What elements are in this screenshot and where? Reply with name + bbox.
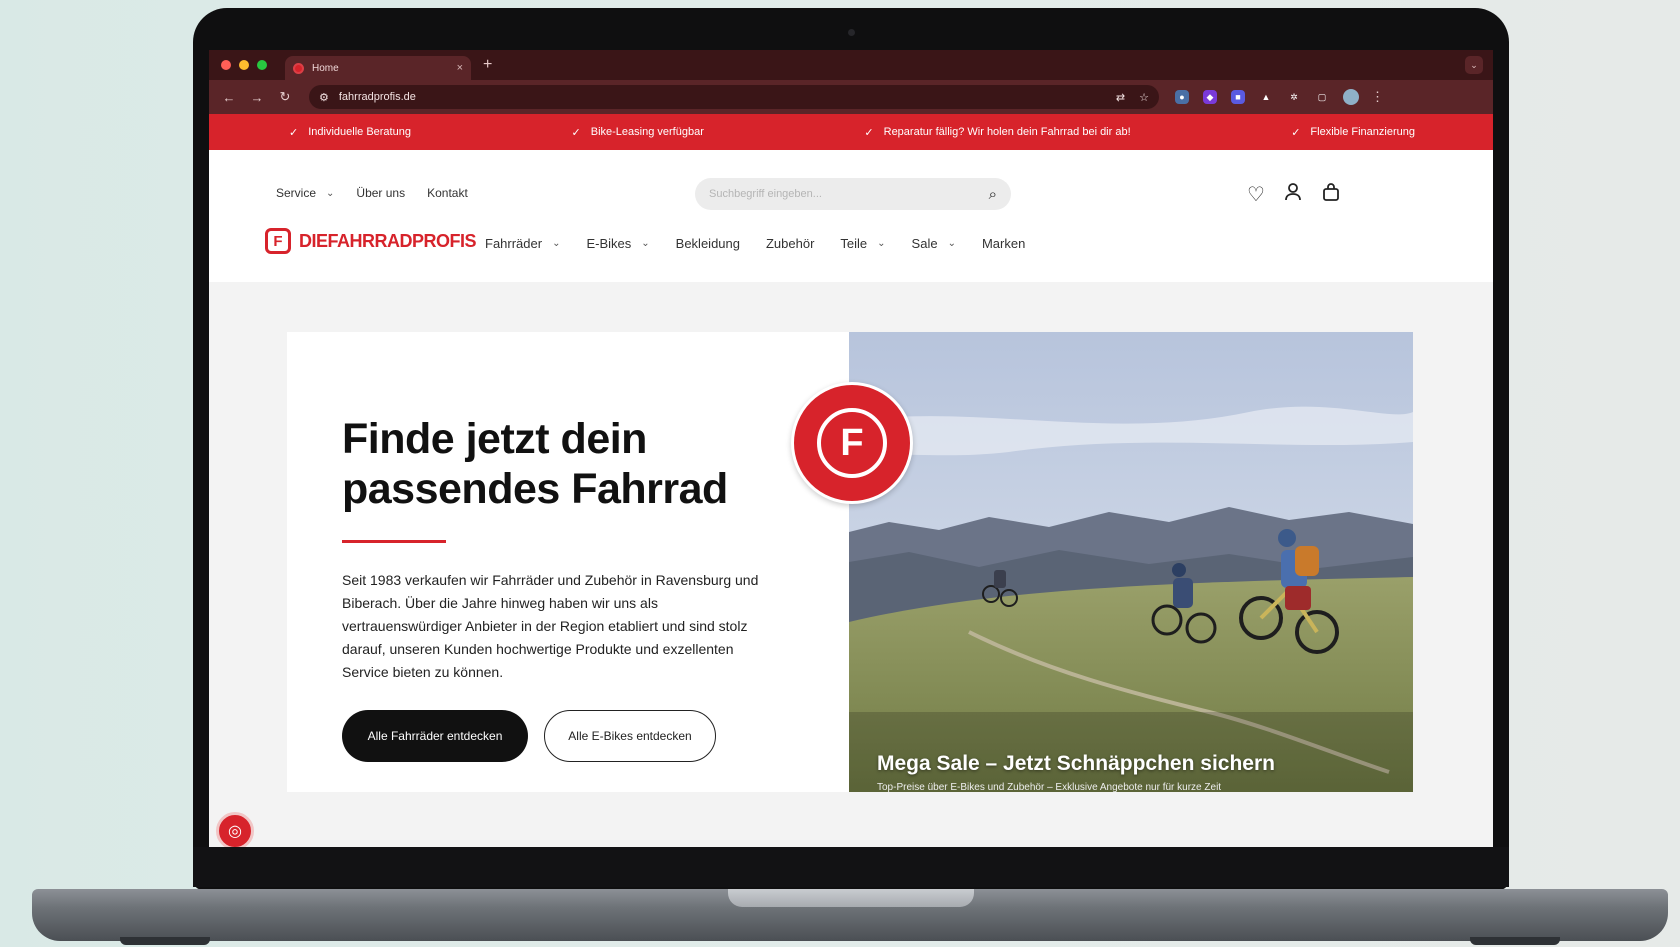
nav-item-marken[interactable]: Marken — [982, 236, 1025, 251]
site-settings-icon[interactable]: ⚙ — [319, 91, 329, 104]
hero-body: Seit 1983 verkaufen wir Fahrräder und Zu… — [342, 572, 759, 680]
nav-item-fahrraeder[interactable]: Fahrräder ⌄ — [485, 236, 560, 251]
new-tab-button[interactable]: + — [483, 56, 492, 74]
chevron-down-icon: ⌄ — [877, 238, 886, 249]
browser-tabbar: Home × + ⌄ — [209, 50, 1493, 80]
back-button[interactable]: ← — [219, 90, 239, 105]
laptop-screen: Home × + ⌄ ← → ↻ ⚙ fahrradprofis.de ⇄ ☆ … — [209, 50, 1493, 847]
nav-item-zubehoer[interactable]: Zubehör — [766, 236, 814, 251]
brand-badge-logo-icon: F — [817, 408, 887, 478]
top-links: Service ⌄ Über uns Kontakt — [276, 186, 468, 200]
reload-button[interactable]: ↻ — [275, 89, 295, 105]
extensions-puzzle-icon[interactable]: ✲ — [1287, 90, 1301, 104]
brand-badge: F — [791, 382, 913, 504]
promo-text: Reparatur fällig? Wir holen dein Fahrrad… — [883, 126, 1131, 138]
nav-label: Teile — [840, 236, 868, 251]
favicon-icon — [293, 62, 304, 74]
chevron-down-icon: ⌄ — [326, 187, 335, 199]
profile-avatar[interactable] — [1343, 89, 1359, 105]
nav-label: Zubehör — [765, 236, 815, 251]
hero-image-mountain-bikers[interactable] — [849, 332, 1413, 792]
wishlist-heart-icon[interactable]: ♡ — [1247, 182, 1265, 208]
minimize-window-button[interactable] — [239, 60, 249, 70]
chevron-down-icon: ⌄ — [641, 238, 650, 249]
extension-icon-4[interactable]: ▲ — [1259, 90, 1273, 104]
chevron-down-icon: ⌄ — [552, 238, 561, 249]
chevron-down-icon: ⌄ — [947, 238, 956, 249]
browser-menu-icon[interactable]: ⋮ — [1371, 89, 1384, 105]
hero-cta-row: Alle Fahrräder entdecken Alle E-Bikes en… — [342, 710, 716, 762]
search-icon[interactable]: ⌕ — [989, 186, 997, 203]
check-icon: ✓ — [864, 126, 874, 139]
all-ebikes-button[interactable]: Alle E-Bikes entdecken — [544, 710, 716, 762]
window-controls — [221, 60, 267, 70]
hero-title-line: passendes Fahrrad — [342, 465, 728, 513]
maximize-window-button[interactable] — [257, 60, 267, 70]
top-link-service[interactable]: Service ⌄ — [276, 186, 334, 200]
tab-search-chevron-icon[interactable]: ⌄ — [1465, 56, 1483, 74]
nav-item-bekleidung[interactable]: Bekleidung — [676, 236, 740, 251]
promo-text: Bike-Leasing verfügbar — [590, 126, 704, 138]
check-icon: ✓ — [289, 126, 299, 139]
promo-item: ✓ Reparatur fällig? Wir holen dein Fahrr… — [864, 126, 1130, 139]
hero-title: Finde jetzt dein passendes Fahrrad — [342, 414, 762, 514]
nav-item-sale[interactable]: Sale ⌄ — [912, 236, 956, 251]
extensions-toolbar: ● ◆ ■ ▲ ✲ ▢ — [1175, 90, 1329, 104]
extension-icon-1[interactable]: ● — [1175, 90, 1189, 104]
hero-title-line: Finde jetzt dein — [342, 415, 647, 463]
top-link-contact[interactable]: Kontakt — [427, 186, 468, 200]
bookmark-star-icon[interactable]: ☆ — [1139, 91, 1149, 104]
cart-bag-icon[interactable] — [1321, 182, 1341, 208]
search-input[interactable]: Suchbegriff eingeben... — [709, 188, 822, 200]
extension-icon-2[interactable]: ◆ — [1203, 90, 1217, 104]
top-link-label: Service — [276, 186, 317, 200]
extension-icon-3[interactable]: ■ — [1231, 90, 1245, 104]
nav-label: Bekleidung — [675, 236, 740, 251]
hero-image-subcaption: Top-Preise über E-Bikes und Zubehör – Ex… — [877, 782, 1222, 792]
nav-label: E-Bikes — [586, 236, 632, 251]
laptop-foot-left — [120, 937, 210, 945]
hero-image-caption[interactable]: Mega Sale – Jetzt Schnäppchen sichern — [877, 752, 1275, 776]
nav-item-teile[interactable]: Teile ⌄ — [840, 236, 885, 251]
tab-title: Home — [312, 62, 339, 74]
tab-close-icon[interactable]: × — [457, 62, 463, 74]
close-window-button[interactable] — [221, 60, 231, 70]
title-divider — [342, 540, 446, 543]
laptop-notch — [728, 889, 974, 907]
promo-text: Individuelle Beratung — [308, 126, 411, 138]
laptop-foot-right — [1470, 937, 1560, 945]
laptop-bezel-bottom — [193, 847, 1509, 887]
promo-text: Flexible Finanzierung — [1310, 126, 1415, 138]
site-header: Service ⌄ Über uns Kontakt Suchbegriff e… — [209, 150, 1493, 282]
side-panel-icon[interactable]: ▢ — [1315, 90, 1329, 104]
top-link-about[interactable]: Über uns — [356, 186, 405, 200]
site-logo[interactable]: F DIEFAHRRADPROFIS — [265, 228, 477, 254]
url-text: fahrradprofis.de — [338, 91, 416, 103]
forward-button[interactable]: → — [247, 90, 267, 105]
account-user-icon[interactable] — [1283, 182, 1303, 208]
fingerprint-icon[interactable]: ◎ — [216, 812, 254, 847]
url-bar[interactable]: ⚙ fahrradprofis.de ⇄ ☆ — [309, 85, 1159, 109]
nav-item-ebikes[interactable]: E-Bikes ⌄ — [586, 236, 649, 251]
nav-label: Sale — [911, 236, 938, 251]
check-icon: ✓ — [571, 126, 581, 139]
search-bar[interactable]: Suchbegriff eingeben... ⌕ — [695, 178, 1011, 210]
promo-item: ✓ Flexible Finanzierung — [1291, 126, 1415, 139]
translate-icon[interactable]: ⇄ — [1116, 91, 1125, 104]
webcam-icon — [848, 29, 855, 36]
logo-text: DIEFAHRRADPROFIS — [299, 230, 477, 251]
all-bikes-button[interactable]: Alle Fahrräder entdecken — [342, 710, 528, 762]
hero-text-block: Finde jetzt dein passendes Fahrrad Seit … — [342, 414, 762, 684]
promo-item: ✓ Individuelle Beratung — [289, 126, 411, 139]
check-icon: ✓ — [1291, 126, 1301, 139]
nav-label: Marken — [981, 236, 1026, 251]
promo-item: ✓ Bike-Leasing verfügbar — [572, 126, 704, 139]
nav-label: Fahrräder — [485, 236, 543, 251]
account-icons: ♡ — [1247, 182, 1341, 208]
promo-bar: ✓ Individuelle Beratung ✓ Bike-Leasing v… — [209, 114, 1493, 150]
main-nav: Fahrräder ⌄ E-Bikes ⌄ Bekleidung Zubehör… — [485, 236, 1025, 251]
browser-tab-home[interactable]: Home × — [285, 56, 471, 80]
browser-toolbar: ← → ↻ ⚙ fahrradprofis.de ⇄ ☆ ● ◆ ■ ▲ ✲ ▢… — [209, 80, 1493, 114]
logo-mark-icon: F — [265, 228, 291, 254]
